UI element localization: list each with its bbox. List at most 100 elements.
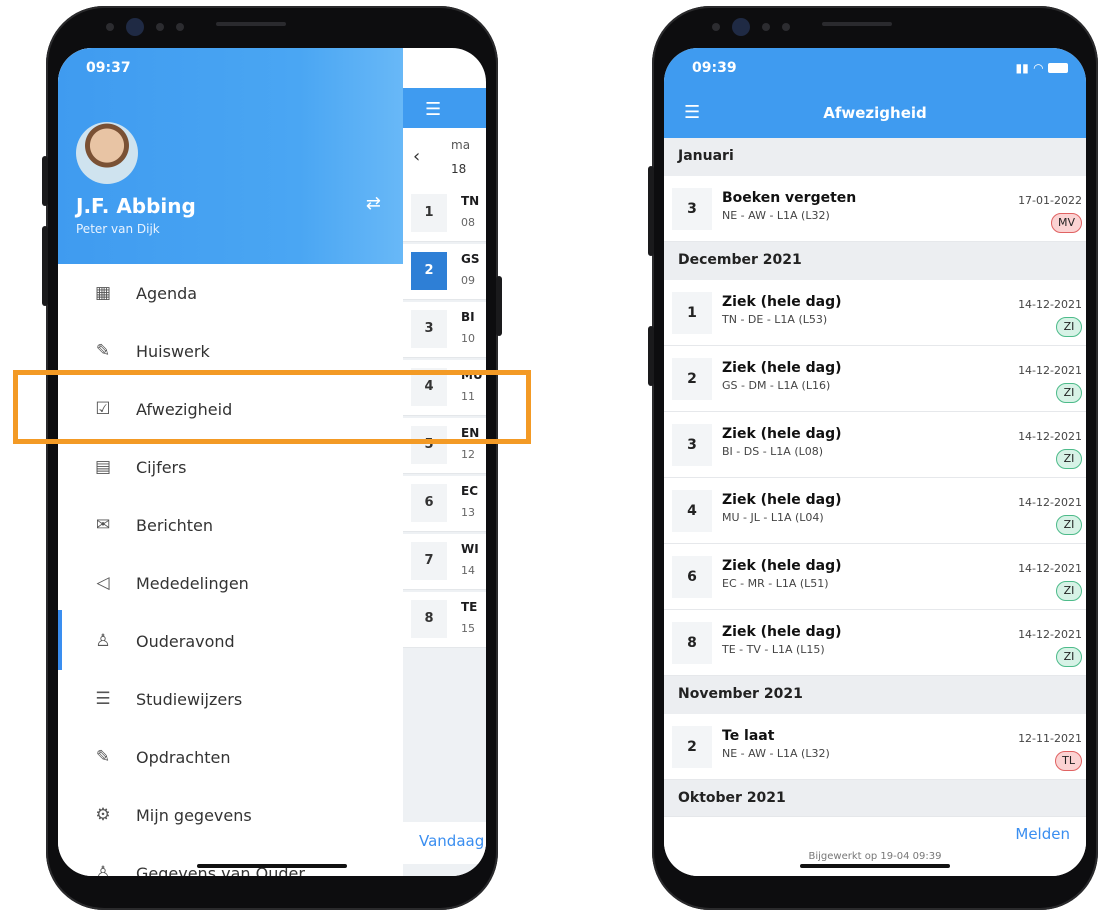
- menu-item-studiewijzers[interactable]: ☰ Studiewijzers: [58, 670, 403, 728]
- weekday-label: ma: [451, 138, 471, 152]
- today-button[interactable]: Vandaag: [403, 822, 486, 864]
- slot-time: 08: [461, 216, 475, 229]
- menu-item-agenda[interactable]: ▦ Agenda: [58, 264, 403, 322]
- menu-item-label: Studiewijzers: [136, 689, 243, 709]
- period-number: 4: [672, 490, 712, 532]
- subject-code: WI: [461, 542, 479, 556]
- menu-item-label: Mijn gegevens: [136, 805, 252, 825]
- status-bar: 09:39 ▮▮ ◠: [664, 48, 1086, 88]
- grades-icon: ▤: [94, 457, 112, 477]
- left-screen: ☰ ‹ ma 18 1 TN 08 2 GS 09 3 BI 10 4 MU 11 5 EN 12 6 EC 13…: [58, 48, 486, 876]
- absence-date: 14-12-2021: [1018, 364, 1082, 377]
- menu-item-mijn-gegevens[interactable]: ⚙ Mijn gegevens: [58, 786, 403, 844]
- status-badge: ZI: [1056, 581, 1082, 601]
- slot-time: 15: [461, 622, 475, 635]
- slot-time: 13: [461, 506, 475, 519]
- period-number: 2: [672, 726, 712, 768]
- person-icon: ♙: [95, 863, 111, 876]
- user-name: J.F. Abbing: [76, 194, 196, 218]
- home-indicator[interactable]: [197, 864, 347, 868]
- pencil-icon: ✎: [95, 341, 111, 361]
- subject-code: BI: [461, 310, 475, 324]
- agenda-slot[interactable]: 6 EC 13: [403, 476, 486, 532]
- absence-reason: Ziek (hele dag): [722, 558, 842, 574]
- absence-row[interactable]: 2 Ziek (hele dag) GS - DM - L1A (L16) 14-12…: [664, 346, 1086, 412]
- left-phone-frame: ☰ ‹ ma 18 1 TN 08 2 GS 09 3 BI 10 4 MU 11 5 EN 12 6 EC 13…: [42, 6, 502, 910]
- absence-list[interactable]: Januari 3 Boeken vergeten NE - AW - L1A (L3…: [664, 138, 1086, 816]
- absence-reason: Boeken vergeten: [722, 190, 857, 206]
- absence-lesson: EC - MR - L1A (L51): [722, 577, 829, 590]
- absence-date: 14-12-2021: [1018, 430, 1082, 443]
- menu-item-gegevens-van-ouder[interactable]: ♙ Gegevens van Ouder: [58, 844, 403, 876]
- menu-item-mededelingen[interactable]: ◁ Mededelingen: [58, 554, 403, 612]
- absence-date: 14-12-2021: [1018, 628, 1082, 641]
- menu-item-label: Mededelingen: [136, 573, 249, 593]
- period-number: 1: [411, 194, 447, 232]
- absence-row[interactable]: 3 Ziek (hele dag) BI - DS - L1A (L08) 14-12…: [664, 412, 1086, 478]
- agenda-slot[interactable]: 1 TN 08: [403, 186, 486, 242]
- switch-account-icon[interactable]: ⇄: [366, 193, 381, 214]
- absence-lesson: BI - DS - L1A (L08): [722, 445, 824, 458]
- gear-icon: ⚙: [95, 805, 111, 825]
- pencil-icon: ✎: [95, 747, 111, 767]
- absence-row[interactable]: 6 Ziek (hele dag) EC - MR - L1A (L51) 14-12…: [664, 544, 1086, 610]
- absence-lesson: TN - DE - L1A (L53): [722, 313, 828, 326]
- menu-item-label: Huiswerk: [136, 341, 210, 361]
- absence-lesson: GS - DM - L1A (L16): [722, 379, 831, 392]
- app-header: 09:39 ▮▮ ◠ ☰ Afwezigheid: [664, 48, 1086, 138]
- wifi-icon: ◠: [437, 61, 447, 75]
- battery-icon: [1048, 63, 1068, 73]
- menu-item-label: Cijfers: [136, 457, 187, 477]
- period-number: 8: [411, 600, 447, 638]
- status-badge: ZI: [1056, 317, 1082, 337]
- agenda-slot[interactable]: 7 WI 14: [403, 534, 486, 590]
- absence-row[interactable]: 4 Ziek (hele dag) MU - JL - L1A (L04) 14-12…: [664, 478, 1086, 544]
- agenda-slot[interactable]: 2 GS 09: [403, 244, 486, 300]
- menu-item-cijfers[interactable]: ▤ Cijfers: [58, 438, 403, 496]
- absence-lesson: NE - AW - L1A (L32): [722, 747, 830, 760]
- mute-switch: [42, 156, 48, 206]
- status-badge: TL: [1055, 751, 1082, 771]
- hamburger-icon[interactable]: ☰: [425, 99, 441, 120]
- absence-lesson: TE - TV - L1A (L15): [722, 643, 825, 656]
- signal-icon: ▮▮: [1015, 61, 1029, 75]
- sensor-array: [712, 18, 790, 36]
- avatar[interactable]: [76, 122, 138, 184]
- absence-lesson: MU - JL - L1A (L04): [722, 511, 824, 524]
- day-navigator: ‹ ma 18: [403, 128, 486, 186]
- menu-item-berichten[interactable]: ✉ Berichten: [58, 496, 403, 554]
- absence-row[interactable]: 2 Te laat NE - AW - L1A (L32) 12-11-2021 TL: [664, 714, 1086, 780]
- agenda-slot[interactable]: 3 BI 10: [403, 302, 486, 358]
- period-number: 3: [672, 188, 712, 230]
- wifi-icon: ◠: [1033, 61, 1043, 75]
- power-button: [496, 276, 502, 336]
- date-label: 18: [451, 162, 467, 176]
- user-parent-name: Peter van Dijk: [76, 222, 160, 236]
- home-indicator[interactable]: [800, 864, 950, 868]
- agenda-slot[interactable]: 8 TE 15: [403, 592, 486, 648]
- absence-row[interactable]: 3 Boeken vergeten NE - AW - L1A (L32) 17-01…: [664, 176, 1086, 242]
- menu-item-label: Opdrachten: [136, 747, 231, 767]
- absence-reason: Ziek (hele dag): [722, 492, 842, 508]
- status-badge: MV: [1050, 213, 1082, 233]
- volume-button: [648, 166, 654, 256]
- absence-reason: Ziek (hele dag): [722, 294, 842, 310]
- subject-code: TN: [461, 194, 480, 208]
- calendar-icon: ▦: [94, 283, 112, 303]
- period-number: 2: [672, 358, 712, 400]
- menu-item-opdrachten[interactable]: ✎ Opdrachten: [58, 728, 403, 786]
- battery-icon: [452, 63, 472, 73]
- status-icons: ▮▮ ◠: [386, 48, 486, 88]
- navigation-drawer: 09:37 J.F. Abbing Peter van Dijk ⇄ ▦ Agen…: [58, 48, 403, 876]
- chevron-left-icon[interactable]: ‹: [413, 146, 420, 167]
- absence-reason: Ziek (hele dag): [722, 624, 842, 640]
- menu-item-ouderavond[interactable]: ♙ Ouderavond: [58, 612, 403, 670]
- highlight-box: [13, 370, 531, 444]
- absence-row[interactable]: 1 Ziek (hele dag) TN - DE - L1A (L53) 14-12…: [664, 280, 1086, 346]
- section-header: December 2021: [664, 242, 1086, 280]
- report-button[interactable]: Melden: [1015, 825, 1070, 843]
- slot-time: 10: [461, 332, 475, 345]
- absence-row[interactable]: 8 Ziek (hele dag) TE - TV - L1A (L15) 14-12…: [664, 610, 1086, 676]
- speaker-grille: [216, 22, 286, 26]
- menu-item-label: Berichten: [136, 515, 214, 535]
